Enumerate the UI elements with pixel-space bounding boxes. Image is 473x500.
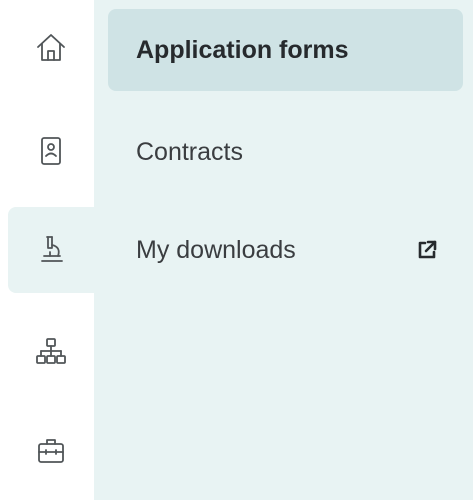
contact-card-icon xyxy=(41,137,61,165)
microscope-icon xyxy=(41,236,63,262)
rail-item-contact-card[interactable] xyxy=(8,108,94,194)
submenu-item-label: Application forms xyxy=(136,35,349,64)
external-link-icon xyxy=(415,238,439,262)
navigation-frame: Application forms Contracts My downloads xyxy=(0,0,473,500)
submenu-panel: Application forms Contracts My downloads xyxy=(94,0,473,500)
rail-item-toolbox[interactable] xyxy=(8,408,94,494)
toolbox-icon xyxy=(38,439,64,463)
submenu-item-my-downloads[interactable]: My downloads xyxy=(108,209,463,291)
icon-rail xyxy=(0,0,94,500)
submenu-item-label: Contracts xyxy=(136,137,243,166)
rail-item-home[interactable] xyxy=(8,5,94,91)
submenu-item-contracts[interactable]: Contracts xyxy=(108,111,463,193)
rail-item-org-chart[interactable] xyxy=(8,310,94,396)
org-chart-icon xyxy=(36,338,66,364)
rail-item-microscope[interactable] xyxy=(8,207,94,293)
submenu-item-label: My downloads xyxy=(136,235,296,264)
home-icon xyxy=(37,34,65,61)
submenu-item-application-forms[interactable]: Application forms xyxy=(108,9,463,91)
